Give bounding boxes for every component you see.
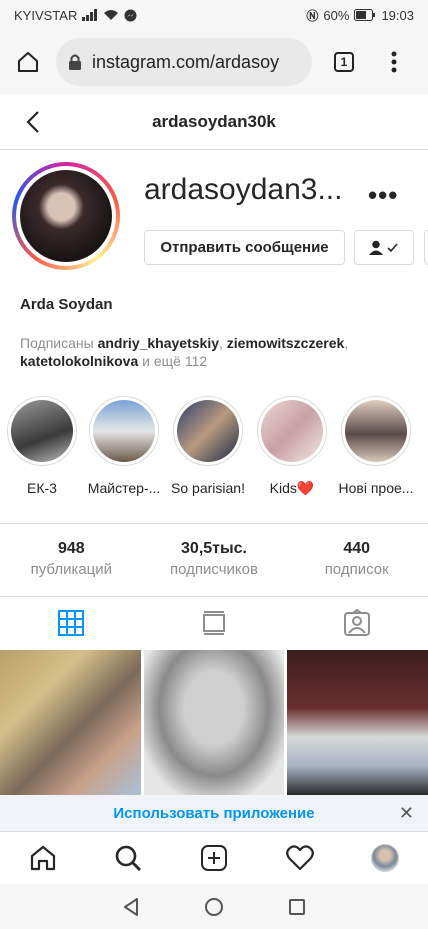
highlight-item[interactable]: ЕК-3 bbox=[4, 396, 80, 496]
tab-tagged[interactable] bbox=[285, 597, 428, 649]
stat-following[interactable]: 440 подписок bbox=[285, 524, 428, 596]
profile-username: ardasoydan3... bbox=[144, 173, 343, 206]
grid-icon bbox=[58, 610, 85, 636]
more-options-icon[interactable]: ••• bbox=[368, 180, 398, 211]
system-navigation-bar bbox=[0, 884, 428, 929]
nav-search[interactable] bbox=[86, 832, 172, 884]
more-vertical-icon bbox=[391, 51, 397, 73]
stat-value: 948 bbox=[57, 540, 85, 557]
stat-label: подписок bbox=[324, 561, 389, 578]
url-text: instagram.com/ardasoy bbox=[92, 51, 280, 72]
stat-posts: 948 публикаций bbox=[0, 524, 143, 596]
tagged-icon bbox=[343, 609, 370, 636]
highlight-label: Майстер-... bbox=[87, 480, 161, 496]
battery-icon bbox=[354, 9, 376, 21]
posts-grid bbox=[0, 650, 428, 795]
bottom-navigation bbox=[0, 831, 428, 884]
profile-header: ardasoydan30k bbox=[0, 94, 428, 150]
stat-value: 30,5тыс. bbox=[181, 540, 247, 557]
suggested-users-button[interactable] bbox=[424, 230, 428, 265]
highlight-label: Kids❤️ bbox=[269, 480, 315, 496]
status-bar: KYIVSTAR Ⓝ 60% 19:03 bbox=[0, 0, 428, 30]
browser-tabs-button[interactable]: 1 bbox=[316, 30, 372, 94]
follower-link[interactable]: andriy_khayetskiy bbox=[98, 335, 219, 351]
add-post-icon bbox=[200, 845, 227, 871]
messenger-icon bbox=[124, 9, 137, 21]
highlight-image bbox=[177, 400, 239, 462]
page-title: ardasoydan30k bbox=[152, 111, 276, 131]
nav-new-post[interactable] bbox=[171, 832, 257, 884]
highlight-image bbox=[345, 400, 407, 462]
carrier-label: KYIVSTAR bbox=[14, 7, 78, 23]
wifi-icon bbox=[104, 10, 119, 20]
feed-icon bbox=[203, 611, 225, 635]
browser-toolbar: instagram.com/ardasoy 1 bbox=[0, 30, 428, 94]
system-home-icon[interactable] bbox=[204, 897, 224, 917]
clock: 19:03 bbox=[381, 7, 414, 23]
profile-view-tabs bbox=[0, 597, 428, 649]
user-check-icon bbox=[369, 240, 398, 255]
follower-link[interactable]: ziemowitszczerek bbox=[227, 335, 345, 351]
tab-grid[interactable] bbox=[0, 597, 143, 649]
highlight-item[interactable]: So parisian! bbox=[170, 396, 246, 496]
browser-menu-button[interactable] bbox=[372, 30, 416, 94]
post-thumbnail[interactable] bbox=[287, 650, 428, 795]
post-thumbnail[interactable] bbox=[143, 650, 285, 795]
highlight-label: So parisian! bbox=[171, 480, 245, 496]
browser-home-button[interactable] bbox=[0, 30, 56, 94]
nav-home[interactable] bbox=[0, 832, 86, 884]
profile-avatar[interactable] bbox=[12, 162, 120, 270]
avatar bbox=[371, 844, 400, 872]
system-back-icon[interactable] bbox=[122, 897, 140, 917]
post-thumbnail[interactable] bbox=[0, 650, 141, 795]
heart-icon bbox=[285, 845, 314, 871]
send-message-button[interactable]: Отправить сообщение bbox=[144, 230, 345, 265]
highlight-image bbox=[261, 400, 323, 462]
highlight-item[interactable]: Kids❤️ bbox=[254, 396, 330, 497]
tab-count: 1 bbox=[334, 52, 354, 72]
stat-label: подписчиков bbox=[170, 561, 258, 578]
follower-link[interactable]: katetolokolnikova bbox=[20, 353, 138, 369]
nfc-icon: Ⓝ bbox=[306, 8, 319, 23]
profile-stats: 948 публикаций 30,5тыс. подписчиков 440 … bbox=[0, 523, 428, 597]
highlight-label: ЕК-3 bbox=[27, 480, 57, 496]
story-highlights: ЕК-3 Майстер-... So parisian! Kids❤️ Нов… bbox=[0, 396, 428, 506]
home-icon bbox=[18, 52, 38, 72]
signal-icon bbox=[82, 9, 98, 21]
highlight-image bbox=[11, 400, 73, 462]
followed-by-text: Подписаны andriy_khayetskiy, ziemowitszc… bbox=[20, 335, 349, 369]
avatar-image bbox=[20, 170, 112, 262]
address-bar[interactable]: instagram.com/ardasoy bbox=[56, 38, 312, 86]
highlight-item[interactable]: Нові прое... bbox=[338, 396, 414, 496]
back-arrow-icon[interactable] bbox=[20, 108, 48, 136]
home-icon bbox=[30, 845, 55, 871]
battery-percent: 60% bbox=[323, 7, 350, 23]
highlight-label: Нові прое... bbox=[338, 480, 414, 496]
highlight-image bbox=[93, 400, 155, 462]
use-app-link[interactable]: Использовать приложение bbox=[113, 805, 314, 822]
open-app-banner: Использовать приложение ✕ bbox=[0, 795, 428, 831]
lock-icon bbox=[69, 54, 81, 70]
highlight-item[interactable]: Майстер-... bbox=[86, 396, 162, 496]
nav-profile[interactable] bbox=[342, 832, 428, 884]
nav-activity[interactable] bbox=[257, 832, 343, 884]
close-icon[interactable]: ✕ bbox=[399, 803, 414, 824]
stat-value: 440 bbox=[343, 540, 371, 557]
system-recents-icon[interactable] bbox=[288, 898, 306, 916]
following-button[interactable] bbox=[354, 230, 414, 265]
full-name: Arda Soydan bbox=[20, 296, 113, 313]
tab-feed[interactable] bbox=[143, 597, 286, 649]
search-icon bbox=[116, 845, 142, 871]
stat-followers[interactable]: 30,5тыс. подписчиков bbox=[143, 524, 286, 596]
stat-label: публикаций bbox=[30, 561, 113, 578]
